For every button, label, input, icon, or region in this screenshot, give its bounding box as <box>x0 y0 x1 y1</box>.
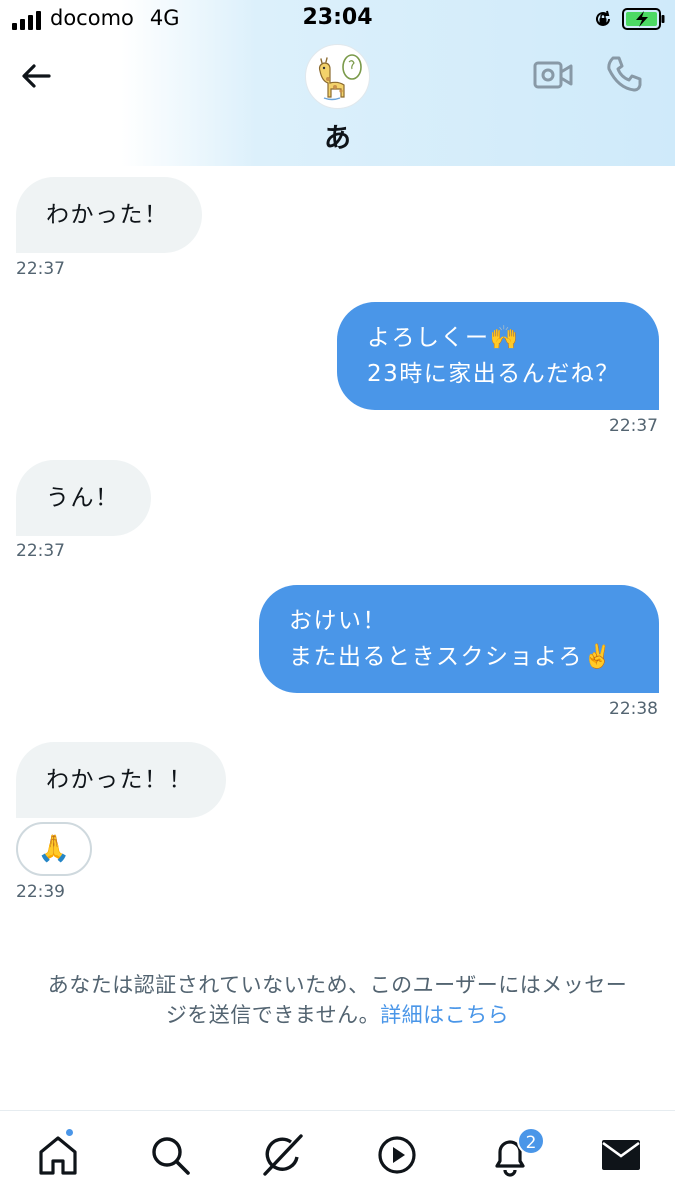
grok-icon[interactable] <box>261 1133 305 1177</box>
message-text: うん！ <box>46 485 120 511</box>
learn-more-link[interactable]: 詳細はこちら <box>380 1003 509 1027</box>
message-text: よろしくー🙌 <box>367 325 520 351</box>
message-text: おけい！ <box>289 608 387 634</box>
message-text: わかった！ <box>46 202 169 228</box>
battery-charging-icon <box>622 8 665 30</box>
messages-icon[interactable] <box>599 1133 643 1177</box>
message-timestamp: 22:39 <box>16 882 65 902</box>
cannot-send-notice: あなたは認証されていないため、このユーザーにはメッセー ジを送信できません。詳細… <box>0 970 675 1030</box>
message-bubble-outgoing[interactable]: おけい！ また出るときスクショよろ✌️ <box>259 585 659 693</box>
video-icon[interactable] <box>375 1133 419 1177</box>
reaction-emoji: 🙏 <box>37 834 71 864</box>
message-text: わかった！！ <box>46 767 193 793</box>
message-bubble-incoming[interactable]: うん！ <box>16 460 151 536</box>
message-timestamp: 22:37 <box>16 259 65 279</box>
home-new-dot <box>64 1127 75 1138</box>
message-timestamp: 22:37 <box>16 541 65 561</box>
orientation-lock-icon <box>596 10 610 26</box>
message-bubble-incoming[interactable]: わかった！ <box>16 177 202 253</box>
search-icon[interactable] <box>148 1133 192 1177</box>
conversation-header: docomo 4G 23:04 あ <box>0 0 675 166</box>
notice-text-line2: ジを送信できません。 <box>165 1003 381 1027</box>
message-timestamp: 22:37 <box>609 416 658 436</box>
bottom-tab-bar: 2 <box>0 1110 675 1200</box>
message-reaction[interactable]: 🙏 <box>16 822 92 876</box>
message-bubble-outgoing[interactable]: よろしくー🙌 23時に家出るんだね？ <box>337 302 659 410</box>
phone-call-icon[interactable] <box>604 54 644 94</box>
home-icon[interactable] <box>36 1133 80 1177</box>
giraffe-avatar-icon <box>318 54 362 101</box>
avatar[interactable] <box>305 44 370 109</box>
message-bubble-incoming[interactable]: わかった！！ <box>16 742 226 818</box>
back-arrow-icon[interactable] <box>18 58 54 94</box>
contact-name: あ <box>324 123 351 154</box>
message-timestamp: 22:38 <box>609 699 658 719</box>
status-time: 23:04 <box>302 5 373 30</box>
video-call-icon[interactable] <box>532 56 574 94</box>
message-text: 23時に家出るんだね？ <box>367 361 620 387</box>
notifications-count-badge: 2 <box>517 1127 545 1155</box>
status-bar: docomo 4G 23:04 <box>0 0 675 38</box>
message-text: また出るときスクショよろ✌️ <box>289 644 614 670</box>
notice-text-line1: あなたは認証されていないため、このユーザーにはメッセー <box>47 973 628 997</box>
